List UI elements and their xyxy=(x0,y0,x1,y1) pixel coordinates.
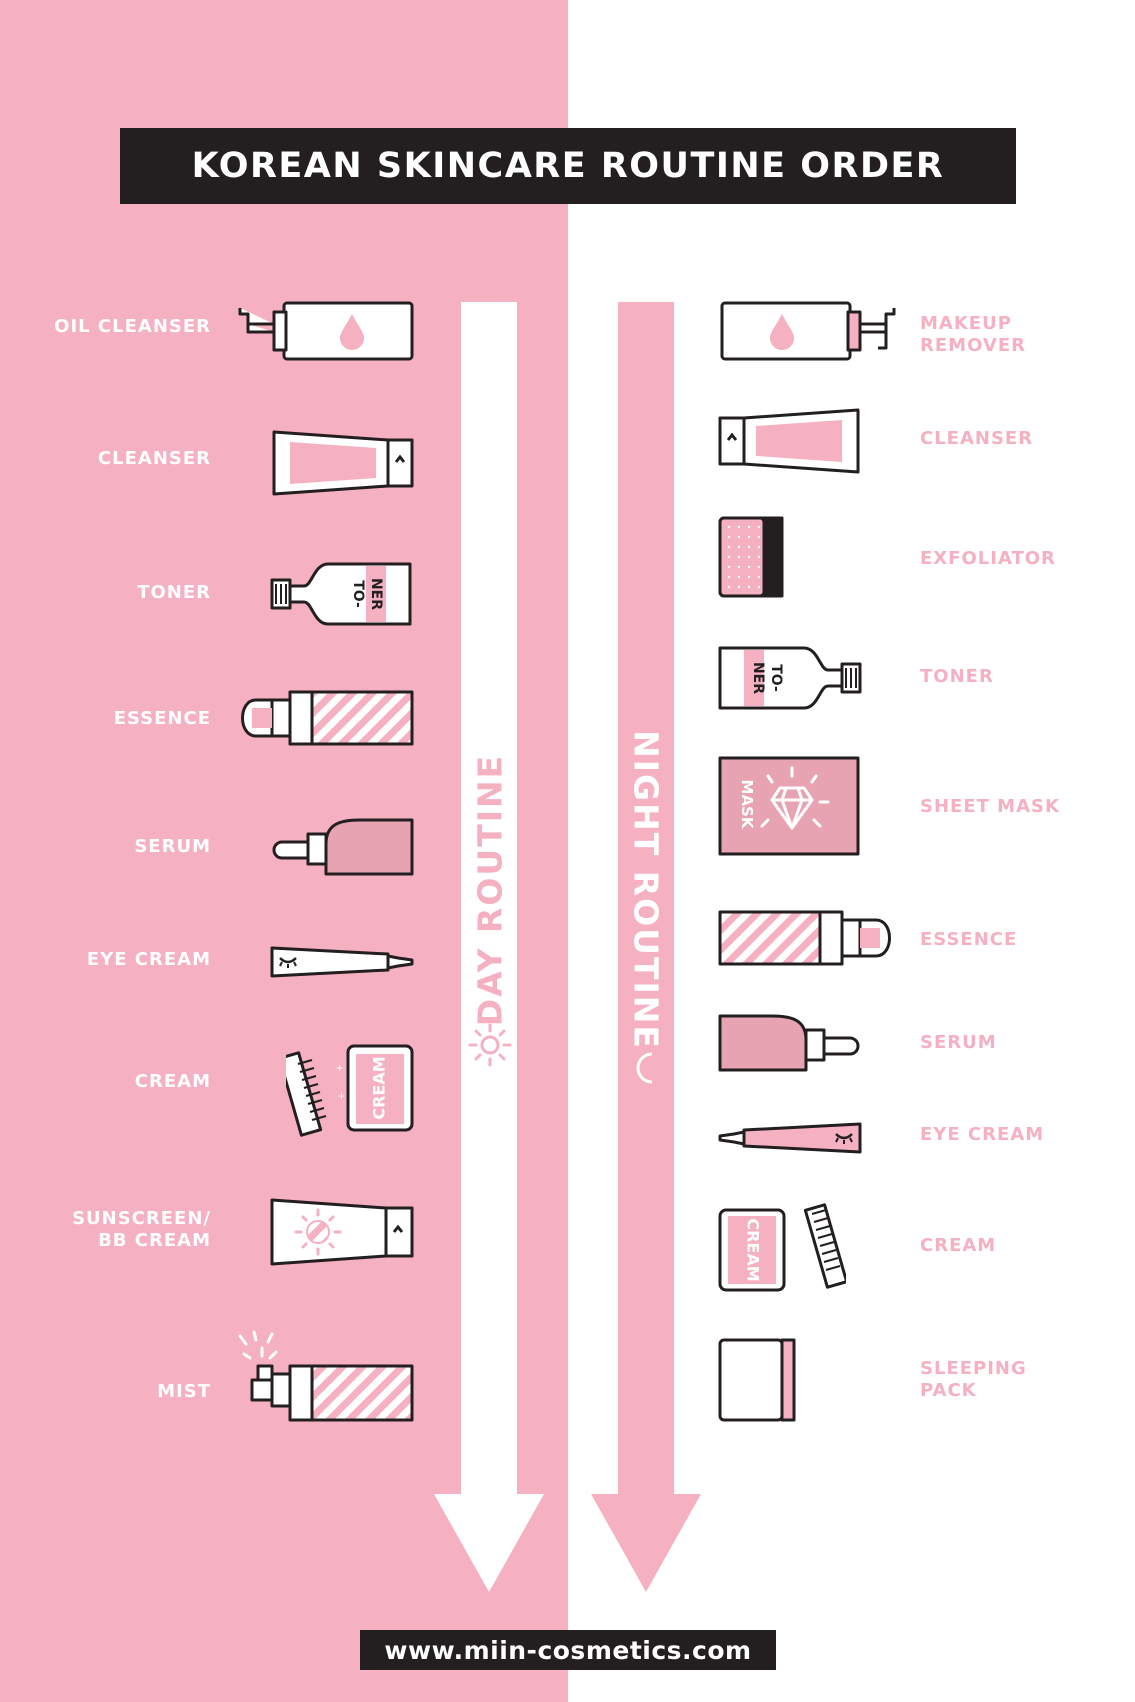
day-step-label: SERUM xyxy=(134,836,211,857)
day-step-label: CREAM xyxy=(134,1071,211,1092)
night-routine-label: NIGHT ROUTINE xyxy=(626,730,666,1050)
tube-icon xyxy=(718,408,860,474)
night-step-label: EXFOLIATOR xyxy=(920,548,1056,569)
night-step-label: MAKEUP REMOVER xyxy=(920,313,1026,356)
night-step-label: SHEET MASK xyxy=(920,796,1060,817)
svg-text:+: + xyxy=(794,1255,801,1269)
mist-spray-icon xyxy=(238,1330,414,1422)
day-step-label: OIL CLEANSER xyxy=(54,316,211,337)
pump-bottle-icon xyxy=(238,301,414,361)
night-step-label: SERUM xyxy=(920,1032,997,1053)
essence-bottle-icon xyxy=(241,690,414,746)
day-step-label: MIST xyxy=(157,1381,211,1402)
cream-jar-icon: CREAM + + xyxy=(286,1044,414,1137)
moon-icon xyxy=(636,1052,653,1084)
website-url[interactable]: www.miin-cosmetics.com xyxy=(384,1636,751,1665)
dropper-bottle-icon xyxy=(718,1014,860,1072)
eye-cream-tube-icon xyxy=(270,946,414,978)
pump-bottle-icon xyxy=(720,301,896,361)
sheet-mask-icon: MASK xyxy=(718,756,860,856)
svg-text:TO-: TO- xyxy=(350,580,366,608)
day-step-label: CLEANSER xyxy=(97,448,211,469)
day-step-label: EYE CREAM xyxy=(86,949,211,970)
night-step-label: TONER xyxy=(920,666,994,687)
day-step-label: SUNSCREEN/ BB CREAM xyxy=(72,1208,211,1251)
eye-cream-tube-icon xyxy=(718,1122,862,1154)
day-step-label: ESSENCE xyxy=(113,708,211,729)
svg-text:CREAM: CREAM xyxy=(370,1056,389,1119)
svg-text:TO-: TO- xyxy=(768,664,784,692)
day-routine-label: DAY ROUTINE xyxy=(470,753,510,1027)
svg-text:+: + xyxy=(338,1089,345,1103)
svg-text:NER: NER xyxy=(750,662,766,694)
sleeping-pack-jar-icon xyxy=(718,1338,796,1422)
essence-bottle-icon xyxy=(718,910,891,966)
night-step-label: ESSENCE xyxy=(920,929,1018,950)
sunscreen-tube-icon xyxy=(270,1198,414,1266)
website-footer[interactable]: www.miin-cosmetics.com xyxy=(360,1630,776,1670)
dropper-bottle-icon xyxy=(272,818,414,876)
exfoliator-box-icon xyxy=(718,516,784,598)
night-step-label: EYE CREAM xyxy=(920,1124,1045,1145)
cream-jar-icon: CREAM + + xyxy=(718,1203,846,1292)
night-step-label: CREAM xyxy=(920,1235,997,1256)
night-step-label: SLEEPING PACK xyxy=(920,1358,1027,1401)
svg-text:+: + xyxy=(792,1229,799,1243)
toner-bottle-icon: TO- NER xyxy=(270,562,412,626)
svg-text:+: + xyxy=(336,1061,343,1075)
toner-bottle-icon: TO- NER xyxy=(718,646,862,710)
svg-text:CREAM: CREAM xyxy=(744,1218,763,1281)
svg-text:MASK: MASK xyxy=(738,780,756,830)
night-step-label: CLEANSER xyxy=(920,428,1034,449)
sun-icon xyxy=(468,1023,512,1067)
tube-icon xyxy=(272,430,414,496)
svg-text:NER: NER xyxy=(368,578,384,610)
day-step-label: TONER xyxy=(137,582,211,603)
